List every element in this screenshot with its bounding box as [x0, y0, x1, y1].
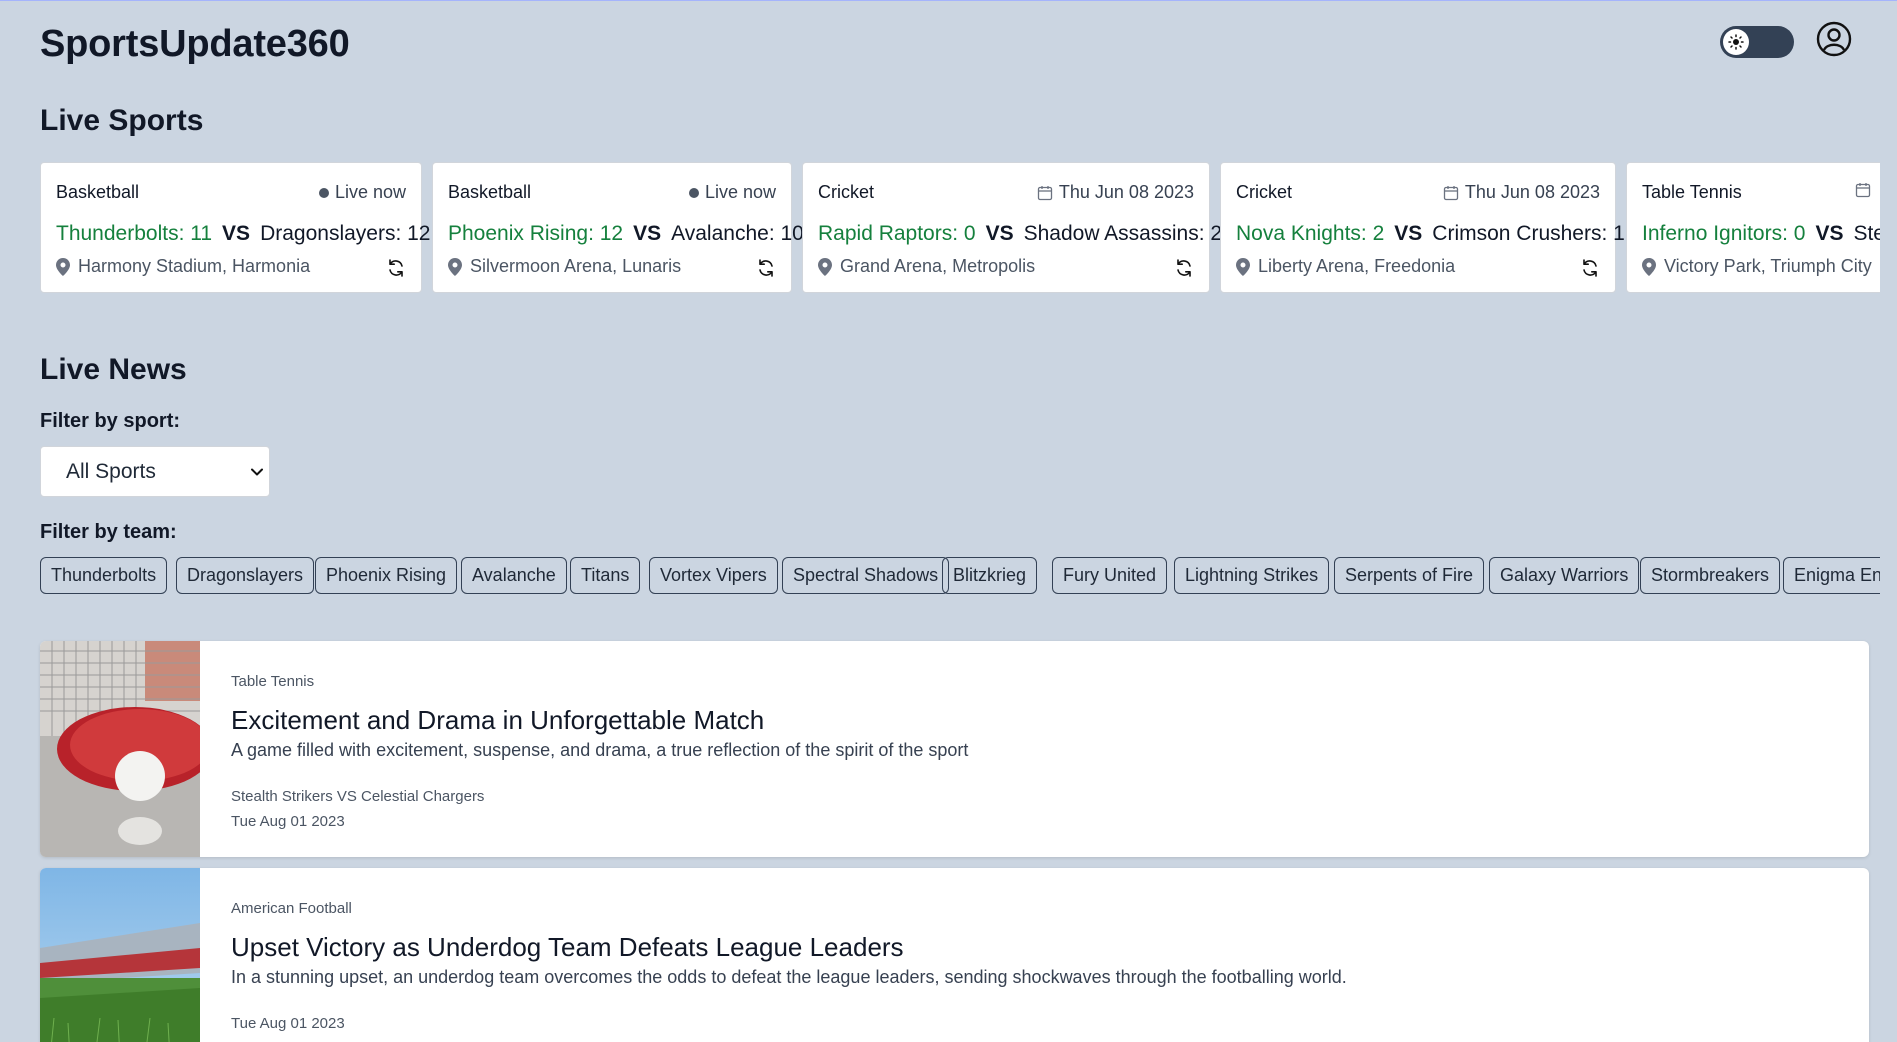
match-sport: Basketball [448, 182, 532, 202]
location-pin-icon [1642, 257, 1656, 276]
home-team-score: Rapid Raptors: 0 [818, 222, 976, 245]
news-article[interactable]: Table Tennis Excitement and Drama in Unf… [40, 641, 1869, 857]
article-teams: Stealth Strikers VS Celestial Chargers [231, 788, 485, 805]
refresh-icon[interactable] [1580, 258, 1600, 278]
calendar-icon [1443, 185, 1459, 200]
brand-title: SportsUpdate360 [40, 23, 350, 65]
team-chip[interactable]: Stormbreakers [1640, 557, 1781, 594]
match-venue: Silvermoon Arena, Lunaris [448, 256, 681, 277]
match-score: Thunderbolts: 11 VS Dragonslayers: 12 [56, 222, 430, 246]
location-pin-icon [818, 257, 832, 276]
live-match-card[interactable]: Cricket Thu Jun 08 2023 Rapid Raptors: 0… [802, 162, 1222, 293]
team-chip[interactable]: Galaxy Warriors [1489, 557, 1640, 594]
location-pin-icon [448, 257, 462, 276]
sport-filter-select[interactable]: All Sports [40, 446, 270, 497]
live-match-card[interactable]: Cricket Thu Jun 08 2023 Nova Knights: 2 … [1220, 162, 1625, 293]
match-venue: Grand Arena, Metropolis [818, 256, 1035, 277]
away-team-score: Crimson Crushers: 1 [1432, 222, 1625, 245]
live-match-card[interactable]: Basketball Live now Thunderbolts: 11 VS … [40, 162, 430, 293]
team-chip[interactable]: Phoenix Rising [315, 557, 458, 594]
team-chip[interactable]: Blitzkrieg [942, 557, 1038, 594]
away-team-score: Stea [1853, 222, 1880, 245]
team-chip[interactable]: Serpents of Fire [1334, 557, 1485, 594]
calendar-icon [1855, 183, 1871, 198]
vs-label: VS [985, 222, 1014, 245]
refresh-icon[interactable] [386, 258, 406, 278]
team-chip[interactable]: Fury United [1052, 557, 1168, 594]
sun-icon [1723, 29, 1749, 55]
app-header: SportsUpdate360 [40, 19, 1870, 69]
match-status: Thu Jun 08 2023 [1443, 182, 1600, 203]
live-sports-carousel[interactable]: Basketball Live now Thunderbolts: 11 VS … [40, 162, 1880, 294]
home-team-score: Nova Knights: 2 [1236, 222, 1385, 245]
away-team-score: Shadow Assassins: 2 [1023, 222, 1223, 245]
theme-toggle[interactable] [1720, 26, 1794, 58]
match-status [1855, 182, 1877, 198]
article-description: A game filled with excitement, suspense,… [231, 740, 969, 760]
user-profile-icon[interactable] [1816, 21, 1852, 57]
match-venue: Liberty Arena, Freedonia [1236, 256, 1455, 277]
live-match-card[interactable]: Table Tennis Inferno Ignitors: 0 VS Stea… [1626, 162, 1880, 293]
team-chip[interactable]: Thunderbolts [40, 557, 168, 594]
team-chip[interactable]: Spectral Shadows [782, 557, 950, 594]
live-dot-icon [318, 187, 329, 198]
match-sport: Cricket [1236, 182, 1293, 202]
location-pin-icon [56, 257, 70, 276]
home-team-score: Phoenix Rising: 12 [448, 222, 624, 245]
live-dot-icon [688, 187, 699, 198]
away-team-score: Avalanche: 10 [671, 222, 804, 245]
article-thumbnail [40, 868, 200, 1042]
article-sport: American Football [231, 900, 352, 917]
match-score: Phoenix Rising: 12 VS Avalanche: 10 [448, 222, 804, 246]
vs-label: VS [222, 222, 251, 245]
team-chip[interactable]: Dragonslayers [176, 557, 315, 594]
article-description: In a stunning upset, an underdog team ov… [231, 967, 1347, 987]
refresh-icon[interactable] [756, 258, 776, 278]
chevron-down-icon [251, 468, 263, 476]
article-date: Tue Aug 01 2023 [231, 813, 345, 830]
article-sport: Table Tennis [231, 673, 315, 690]
live-match-card[interactable]: Basketball Live now Phoenix Rising: 12 V… [432, 162, 804, 293]
match-status: Thu Jun 08 2023 [1037, 182, 1194, 203]
live-news-heading: Live News [40, 353, 187, 386]
team-chip[interactable]: Titans [570, 557, 641, 594]
home-team-score: Thunderbolts: 11 [56, 222, 213, 245]
filter-sport-label: Filter by sport: [40, 410, 181, 432]
team-chip[interactable]: Enigma Enf [1783, 557, 1880, 594]
match-score: Inferno Ignitors: 0 VS Stea [1642, 222, 1880, 246]
vs-label: VS [1394, 222, 1423, 245]
article-date: Tue Aug 01 2023 [231, 1015, 345, 1032]
team-chip[interactable]: Lightning Strikes [1174, 557, 1330, 594]
team-chip[interactable]: Avalanche [461, 557, 567, 594]
news-article[interactable]: American Football Upset Victory as Under… [40, 868, 1869, 1042]
match-score: Nova Knights: 2 VS Crimson Crushers: 1 [1236, 222, 1625, 246]
match-sport: Cricket [818, 182, 875, 202]
calendar-icon [1037, 185, 1053, 200]
away-team-score: Dragonslayers: 12 [260, 222, 431, 245]
filter-team-label: Filter by team: [40, 521, 177, 543]
live-sports-heading: Live Sports [40, 104, 204, 137]
article-thumbnail [40, 641, 200, 857]
home-team-score: Inferno Ignitors: 0 [1642, 222, 1806, 245]
match-sport: Basketball [56, 182, 140, 202]
match-venue: Harmony Stadium, Harmonia [56, 256, 310, 277]
refresh-icon[interactable] [1174, 258, 1194, 278]
vs-label: VS [1815, 222, 1844, 245]
location-pin-icon [1236, 257, 1250, 276]
match-status: Live now [318, 182, 406, 203]
article-title[interactable]: Excitement and Drama in Unforgettable Ma… [231, 705, 764, 736]
vs-label: VS [633, 222, 662, 245]
match-score: Rapid Raptors: 0 VS Shadow Assassins: 2 [818, 222, 1222, 246]
team-chip[interactable]: Vortex Vipers [649, 557, 778, 594]
match-sport: Table Tennis [1642, 182, 1742, 202]
sport-filter-value: All Sports [66, 459, 156, 483]
match-status: Live now [688, 182, 776, 203]
team-filter-chips: Thunderbolts Dragonslayers Phoenix Risin… [40, 557, 1880, 597]
match-venue: Victory Park, Triumph City [1642, 256, 1872, 277]
article-title[interactable]: Upset Victory as Underdog Team Defeats L… [231, 932, 904, 963]
